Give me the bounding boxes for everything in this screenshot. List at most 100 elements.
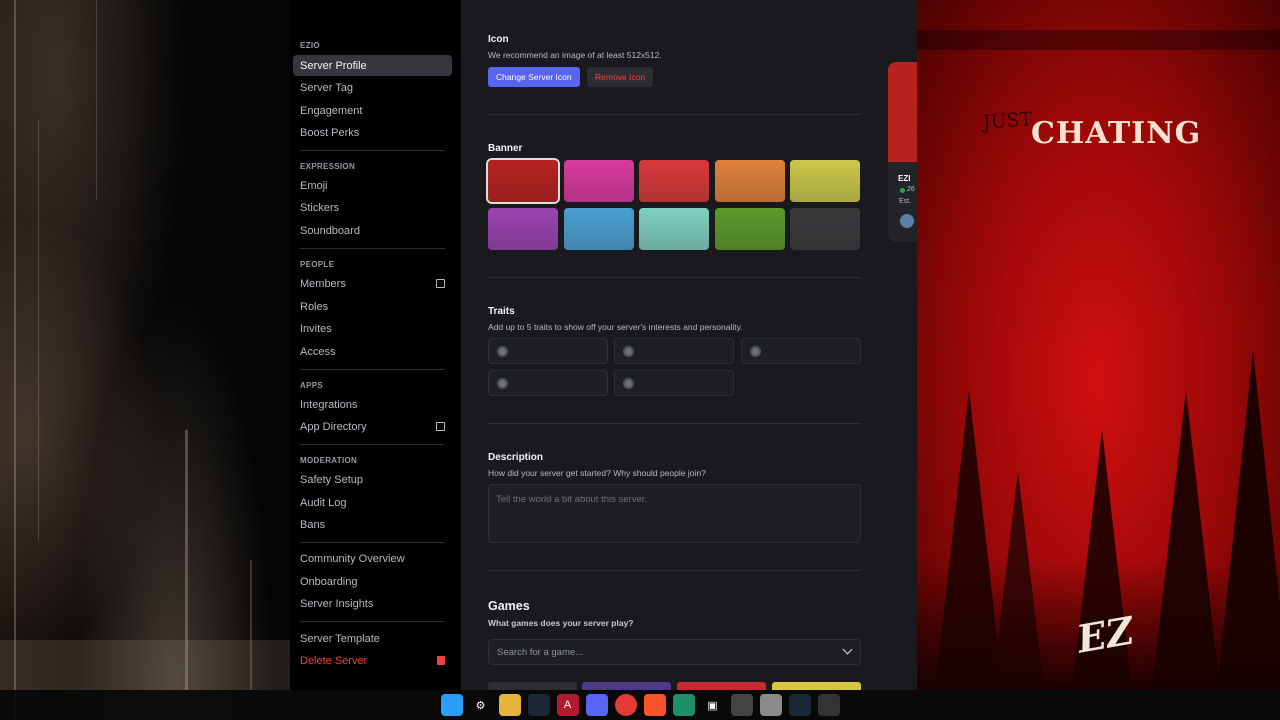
game-search-placeholder: Search for a game... xyxy=(497,647,584,658)
icon-section-subtitle: We recommend an image of at least 512x51… xyxy=(488,50,662,60)
category-moderation: MODERATION xyxy=(300,456,358,465)
trait-input[interactable] xyxy=(741,338,861,364)
banner-color-swatch[interactable] xyxy=(790,160,860,202)
games-section-title: Games xyxy=(488,599,530,613)
divider xyxy=(300,369,445,370)
category-expression: EXPRESSION xyxy=(300,162,356,171)
sidebar-item-server-tag[interactable]: Server Tag xyxy=(293,77,452,98)
remove-icon-button[interactable]: Remove Icon xyxy=(587,67,654,87)
game-card[interactable] xyxy=(772,682,861,690)
sidebar-item-community-overview[interactable]: Community Overview xyxy=(293,548,452,569)
divider xyxy=(300,542,445,543)
banner-color-swatch[interactable] xyxy=(790,208,860,250)
description-section-subtitle: How did your server get started? Why sho… xyxy=(488,468,706,478)
settings-sidebar: EZIO Server Profile Server Tag Engagemen… xyxy=(290,0,461,690)
app-icon[interactable] xyxy=(817,694,840,716)
trait-input[interactable] xyxy=(488,338,608,364)
sidebar-item-boost-perks[interactable]: Boost Perks xyxy=(293,122,452,143)
sidebar-item-server-profile[interactable]: Server Profile xyxy=(293,55,452,76)
banner-section-title: Banner xyxy=(488,143,523,154)
preview-member-count: 26 xyxy=(907,186,915,193)
emoji-icon xyxy=(623,378,634,389)
divider xyxy=(488,114,861,115)
sidebar-item-engagement[interactable]: Engagement xyxy=(293,100,452,121)
sidebar-item-server-template[interactable]: Server Template xyxy=(293,628,452,649)
file-explorer-icon[interactable] xyxy=(498,694,521,716)
banner-color-swatch[interactable] xyxy=(639,160,709,202)
chrome-icon[interactable] xyxy=(614,694,637,716)
change-server-icon-button[interactable]: Change Server Icon xyxy=(488,67,580,87)
emoji-icon xyxy=(497,346,508,357)
sidebar-item-safety-setup[interactable]: Safety Setup xyxy=(293,469,452,490)
taskbar: ⚙ A ▣ xyxy=(0,690,1280,720)
sidebar-item-invites[interactable]: Invites xyxy=(293,318,452,339)
sidebar-item-bans[interactable]: Bans xyxy=(293,514,452,535)
game-search-input[interactable]: Search for a game... xyxy=(488,639,861,665)
obs-icon[interactable] xyxy=(730,694,753,716)
trait-input[interactable] xyxy=(614,370,734,396)
sidebar-item-stickers[interactable]: Stickers xyxy=(293,197,452,218)
external-link-icon xyxy=(436,422,445,431)
game-card[interactable] xyxy=(488,682,577,690)
sidebar-item-server-insights[interactable]: Server Insights xyxy=(293,593,452,614)
server-profile-panel: Icon We recommend an image of at least 5… xyxy=(461,0,917,690)
banner-color-swatch[interactable] xyxy=(488,160,558,202)
online-dot-icon xyxy=(900,188,905,193)
divider xyxy=(300,150,445,151)
wallpaper-right: JUST CHATING EZ xyxy=(917,0,1280,690)
emoji-icon xyxy=(497,378,508,389)
divider xyxy=(300,621,445,622)
traits-section-subtitle: Add up to 5 traits to show off your serv… xyxy=(488,322,743,332)
server-preview-card: EZI 26 Est. xyxy=(888,62,918,242)
game-card[interactable] xyxy=(582,682,671,690)
sidebar-item-members[interactable]: Members xyxy=(293,273,452,294)
category-people: PEOPLE xyxy=(300,260,335,269)
preview-server-name: EZI xyxy=(898,174,911,183)
wallpaper-text-chating: CHATING xyxy=(1031,116,1202,151)
steam-icon[interactable] xyxy=(788,694,811,716)
description-section-title: Description xyxy=(488,452,544,463)
game-card[interactable] xyxy=(677,682,766,690)
discord-icon[interactable] xyxy=(585,694,608,716)
sidebar-item-audit-log[interactable]: Audit Log xyxy=(293,492,452,513)
sidebar-item-integrations[interactable]: Integrations xyxy=(293,394,452,415)
wallpaper-left xyxy=(0,0,290,720)
delete-server-button[interactable]: Delete Server xyxy=(293,650,452,671)
sidebar-item-app-directory[interactable]: App Directory xyxy=(293,416,452,437)
trait-input[interactable] xyxy=(614,338,734,364)
trait-input[interactable] xyxy=(488,370,608,396)
games-section-subtitle: What games does your server play? xyxy=(488,618,634,628)
banner-color-swatch[interactable] xyxy=(639,208,709,250)
wallpaper-text-just: JUST xyxy=(982,108,1034,134)
sidebar-item-emoji[interactable]: Emoji xyxy=(293,175,452,196)
sidebar-item-roles[interactable]: Roles xyxy=(293,296,452,317)
sidebar-item-soundboard[interactable]: Soundboard xyxy=(293,220,452,241)
divider xyxy=(488,570,861,571)
windows-start-icon[interactable] xyxy=(440,694,463,716)
notepad-icon[interactable] xyxy=(759,694,782,716)
trash-icon xyxy=(437,656,445,665)
banner-color-swatch[interactable] xyxy=(488,208,558,250)
app-icon[interactable] xyxy=(672,694,695,716)
banner-color-swatch[interactable] xyxy=(714,160,785,202)
chevron-down-icon xyxy=(842,644,853,655)
divider xyxy=(488,423,861,424)
brave-icon[interactable] xyxy=(643,694,666,716)
banner-color-swatch[interactable] xyxy=(714,208,785,250)
banner-color-swatch[interactable] xyxy=(563,208,634,250)
banner-color-swatch[interactable] xyxy=(563,160,634,202)
preview-banner xyxy=(888,62,918,162)
settings-gear-icon[interactable]: ⚙ xyxy=(470,694,492,716)
divider xyxy=(488,277,861,278)
divider xyxy=(300,444,445,445)
description-textarea[interactable]: Tell the world a bit about this server. xyxy=(488,484,861,543)
sidebar-item-access[interactable]: Access xyxy=(293,341,452,362)
adobe-acrobat-icon[interactable]: A xyxy=(556,694,579,716)
category-apps: APPS xyxy=(300,381,323,390)
traits-section-title: Traits xyxy=(488,306,515,317)
epic-games-icon[interactable]: ▣ xyxy=(702,694,724,716)
steam-icon[interactable] xyxy=(527,694,550,716)
divider xyxy=(300,248,445,249)
sidebar-item-onboarding[interactable]: Onboarding xyxy=(293,571,452,592)
emoji-icon xyxy=(623,346,634,357)
